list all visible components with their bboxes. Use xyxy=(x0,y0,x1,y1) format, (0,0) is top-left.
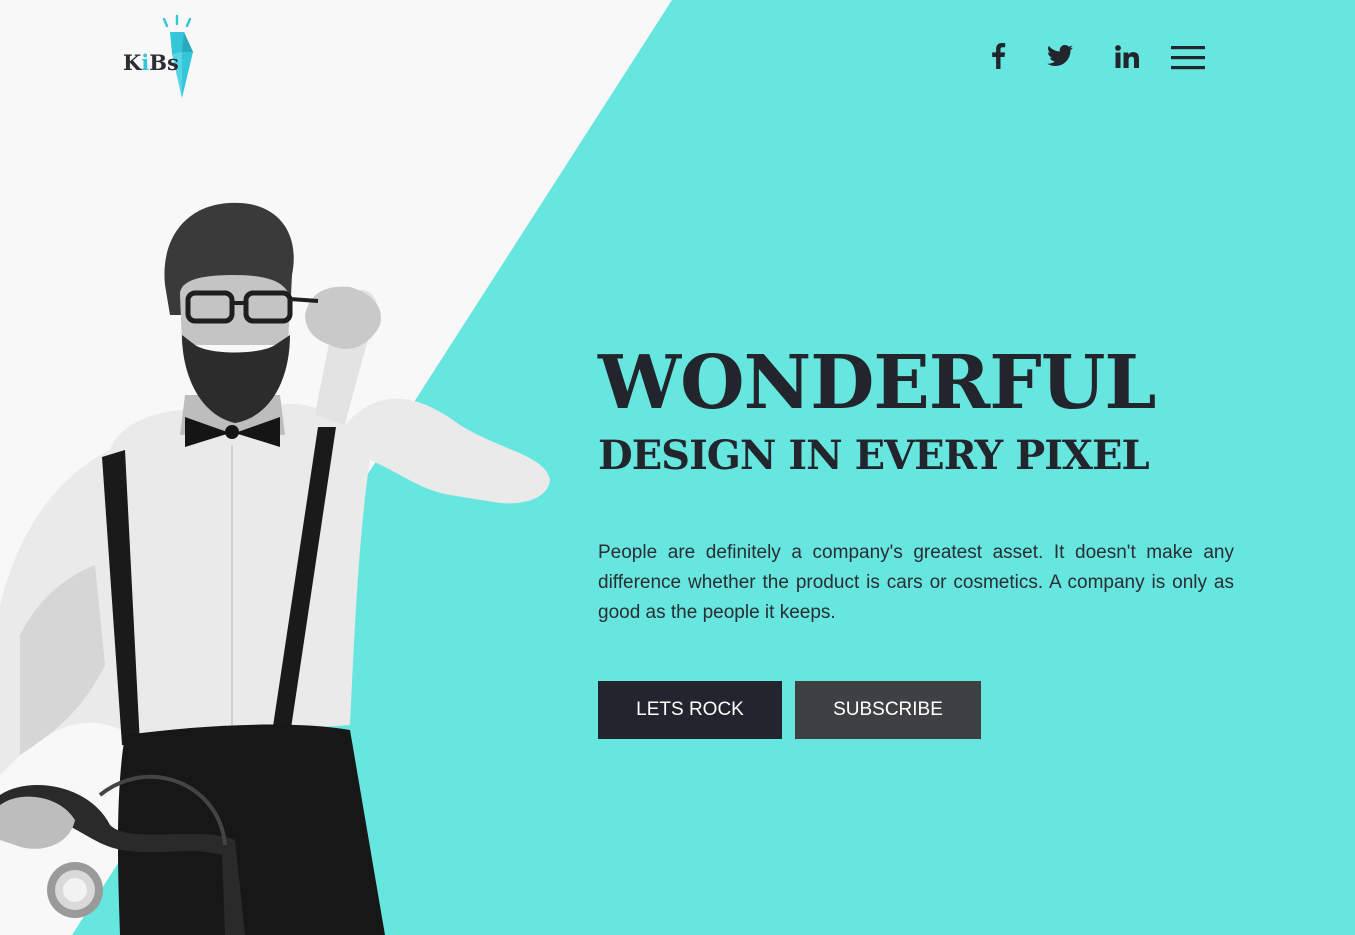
hero-description: People are definitely a company's greate… xyxy=(598,542,1234,623)
twitter-icon[interactable] xyxy=(1046,36,1074,76)
hero-title: WONDERFUL xyxy=(598,340,1156,426)
hero-subtitle: DESIGN IN EVERY PIXEL xyxy=(598,432,1150,479)
kibs-logo[interactable]: KiBs xyxy=(120,14,200,100)
facebook-icon[interactable] xyxy=(986,36,1010,76)
man-with-bicycle-photo xyxy=(0,202,550,935)
hamburger-menu-icon[interactable] xyxy=(1170,38,1206,78)
logo-text: KiBs xyxy=(123,50,179,75)
lets-rock-button[interactable]: LETS ROCK xyxy=(598,681,782,739)
subscribe-button[interactable]: SUBSCRIBE xyxy=(795,681,981,739)
hero-buttons: LETS ROCK SUBSCRIBE xyxy=(598,681,981,739)
hero-section: WONDERFUL DESIGN IN EVERY PIXEL People a… xyxy=(598,340,1238,739)
linkedin-icon[interactable] xyxy=(1114,36,1140,76)
